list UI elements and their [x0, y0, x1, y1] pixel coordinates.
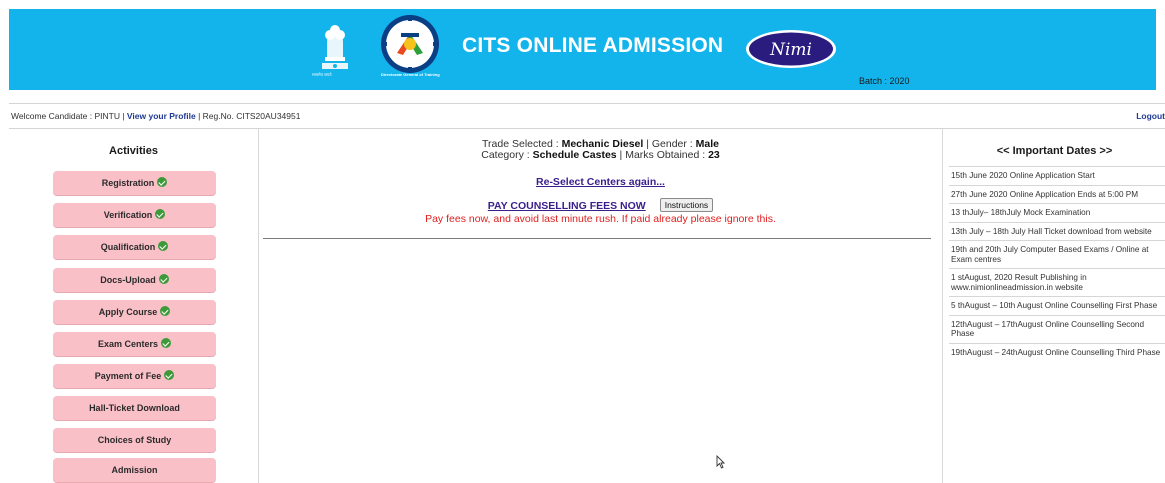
- batch-label: Batch : 2020: [859, 76, 910, 86]
- activities-panel: Activities Registration Verification Qua…: [9, 128, 259, 483]
- activity-apply-course-button[interactable]: Apply Course: [53, 300, 216, 324]
- activity-label: Verification: [103, 210, 153, 220]
- marks-value: 23: [708, 149, 720, 161]
- check-icon: [155, 209, 166, 219]
- check-icon: [158, 241, 169, 251]
- activity-label: Choices of Study: [97, 435, 172, 445]
- category-value: Schedule Castes: [532, 149, 617, 161]
- reselect-centers-link[interactable]: Re-Select Centers again...: [259, 176, 942, 188]
- activity-label: Payment of Fee: [94, 371, 162, 381]
- reg-number: | Reg.No. CITS20AU34951: [195, 111, 301, 121]
- pay-fees-note: Pay fees now, and avoid last minute rush…: [425, 213, 776, 225]
- marks-label: | Marks Obtained :: [616, 149, 709, 161]
- category-label: Category :: [481, 149, 533, 161]
- dgt-caption: Directorate General of Training: [381, 72, 440, 77]
- activity-hall-ticket-download-button[interactable]: Hall-Ticket Download: [53, 396, 216, 420]
- check-icon: [161, 338, 172, 348]
- activity-label: Admission: [111, 465, 158, 475]
- important-dates-title: << Important Dates >>: [996, 145, 1113, 157]
- check-icon: [157, 177, 168, 187]
- logout-link[interactable]: Logout: [1136, 104, 1165, 128]
- main-content: Trade Selected : Mechanic Diesel | Gende…: [259, 128, 942, 483]
- dgt-logo-icon: [381, 15, 439, 73]
- activity-label: Registration: [101, 178, 155, 188]
- national-emblem-icon: [322, 25, 348, 69]
- activity-label: Exam Centers: [97, 339, 159, 349]
- date-item: 1 stAugust, 2020 Result Publishing in ww…: [949, 268, 1165, 296]
- important-dates-panel: << Important Dates >> 15th June 2020 Onl…: [942, 128, 1165, 483]
- important-dates-list: 15th June 2020 Online Application Start …: [949, 166, 1165, 361]
- activity-exam-centers-button[interactable]: Exam Centers: [53, 332, 216, 356]
- activity-qualification-button[interactable]: Qualification: [53, 235, 216, 259]
- activity-docs-upload-button[interactable]: Docs-Upload: [53, 268, 216, 292]
- activity-verification-button[interactable]: Verification: [53, 203, 216, 227]
- activity-label: Qualification: [100, 242, 156, 252]
- date-item: 13 thJuly– 18thJuly Mock Examination: [949, 203, 1165, 222]
- welcome-prefix: Welcome Candidate : PINTU |: [11, 111, 127, 121]
- activity-payment-of-fee-button[interactable]: Payment of Fee: [53, 364, 216, 388]
- check-icon: [158, 274, 169, 284]
- date-item: 5 thAugust – 10th August Online Counsell…: [949, 296, 1165, 315]
- instructions-button[interactable]: Instructions: [659, 198, 714, 212]
- date-item: 19thAugust – 24thAugust Online Counselli…: [949, 342, 1165, 362]
- activity-label: Docs-Upload: [100, 275, 156, 285]
- activity-choices-of-study-button[interactable]: Choices of Study: [53, 428, 216, 452]
- date-item: 15th June 2020 Online Application Start: [949, 166, 1165, 185]
- view-profile-link[interactable]: View your Profile: [127, 111, 196, 121]
- activity-registration-button[interactable]: Registration: [53, 171, 216, 195]
- date-item: 19th and 20th July Computer Based Exams …: [949, 240, 1165, 268]
- date-item: 27th June 2020 Online Application Ends a…: [949, 184, 1165, 204]
- welcome-bar: Welcome Candidate : PINTU | View your Pr…: [9, 103, 1165, 129]
- candidate-summary: Trade Selected : Mechanic Diesel | Gende…: [259, 139, 942, 161]
- welcome-text: Welcome Candidate : PINTU | View your Pr…: [11, 104, 300, 128]
- nimi-logo-text: Nimi: [769, 40, 812, 60]
- date-item: 13th July – 18th July Hall Ticket downlo…: [949, 221, 1165, 241]
- activity-admission-button[interactable]: Admission: [53, 458, 216, 482]
- check-icon: [160, 306, 171, 316]
- mouse-cursor-icon: [716, 455, 725, 469]
- date-item: 12thAugust – 17thAugust Online Counselli…: [949, 314, 1165, 343]
- check-icon: [164, 370, 175, 380]
- pay-counselling-fees-link[interactable]: PAY COUNSELLING FEES NOW: [488, 200, 646, 212]
- activity-label: Apply Course: [98, 307, 158, 317]
- header-banner: सत्यमेव जयते Directorate General of Trai…: [9, 9, 1156, 90]
- site-title: CITS ONLINE ADMISSION: [462, 34, 724, 57]
- activities-title: Activities: [109, 145, 158, 157]
- pay-fees-row: PAY COUNSELLING FEES NOW Instructions: [259, 198, 942, 213]
- content-divider: [263, 238, 931, 239]
- activity-label: Hall-Ticket Download: [89, 403, 180, 413]
- emblem-caption: सत्यमेव जयते: [312, 72, 332, 77]
- nimi-logo-icon: Nimi: [746, 30, 836, 68]
